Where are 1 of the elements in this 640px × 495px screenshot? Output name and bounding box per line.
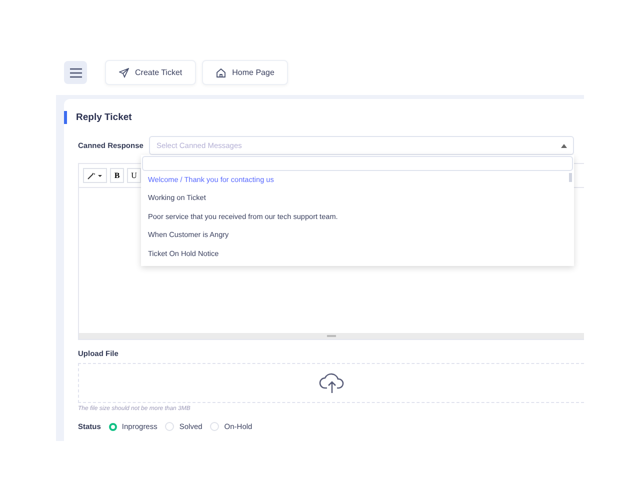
card-title: Reply Ticket [76,112,132,123]
